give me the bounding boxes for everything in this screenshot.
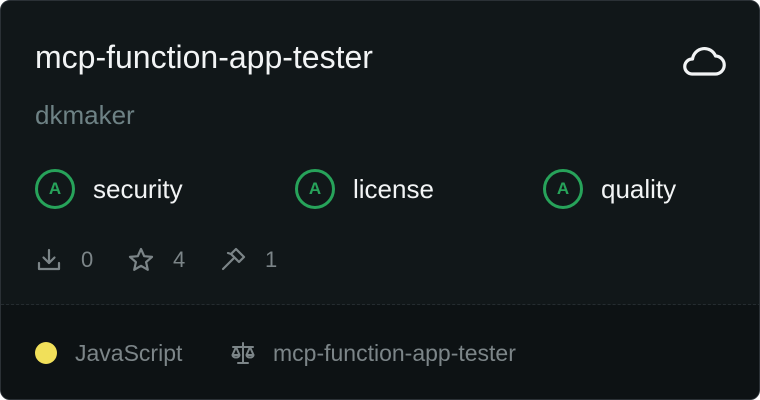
download-icon — [37, 248, 61, 271]
scale-icon — [231, 342, 255, 364]
stars-count: 4 — [173, 247, 186, 272]
stars-stat: 4 — [127, 243, 185, 277]
tools-count: 1 — [265, 247, 278, 272]
cloud-icon — [683, 46, 726, 76]
repo-card[interactable]: mcp-function-app-tester dkmaker A securi… — [0, 0, 760, 400]
repo-owner[interactable]: dkmaker — [35, 98, 135, 132]
score-label: quality — [601, 173, 677, 204]
grade-badge: A — [543, 169, 583, 209]
grade-badge: A — [295, 169, 335, 209]
grade-badge: A — [35, 169, 75, 209]
score-security[interactable]: A security — [35, 165, 183, 213]
hammer-icon — [221, 247, 246, 271]
card-footer: JavaScript mcp-function-app-tester — [1, 305, 759, 399]
score-label: security — [93, 173, 183, 204]
star-icon — [128, 247, 154, 271]
license-label: mcp-function-app-tester — [273, 340, 516, 366]
downloads-stat: 0 — [35, 243, 93, 277]
tools-stat: 1 — [219, 243, 277, 277]
downloads-count: 0 — [81, 247, 94, 272]
repo-title[interactable]: mcp-function-app-tester — [35, 37, 373, 77]
language-label: JavaScript — [75, 340, 183, 366]
language-color-dot — [35, 342, 57, 364]
score-label: license — [353, 173, 434, 204]
score-license[interactable]: A license — [295, 165, 434, 213]
score-quality[interactable]: A quality — [543, 165, 676, 213]
